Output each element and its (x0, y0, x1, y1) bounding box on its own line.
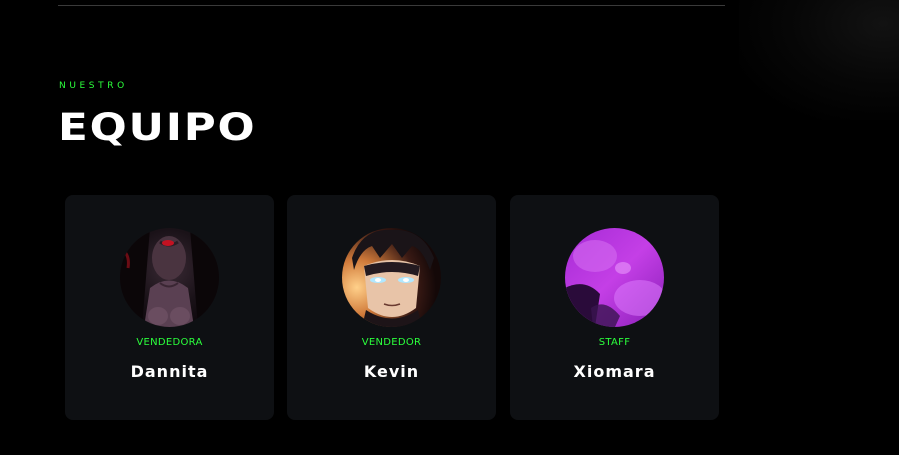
team-member-name: Dannita (130, 362, 209, 381)
team-member-role: VENDEDORA (136, 337, 203, 348)
team-section: NUESTRO EQUIPO VENDEDORA Dannita VENDEDO… (0, 0, 899, 455)
team-card-dannita[interactable]: VENDEDORA Dannita (65, 195, 274, 420)
section-title: EQUIPO (58, 106, 257, 149)
team-member-name: Xiomara (573, 362, 656, 381)
anime-glowing-eyes-avatar (342, 228, 441, 327)
dark-portrait-avatar (120, 228, 219, 327)
team-member-name: Kevin (363, 362, 420, 381)
team-member-role: VENDEDOR (361, 337, 422, 348)
team-card-xiomara[interactable]: STAFF Xiomara (510, 195, 719, 420)
purple-abstract-avatar (565, 228, 664, 327)
section-eyebrow: NUESTRO (59, 81, 128, 91)
background-glow (739, 0, 899, 120)
team-member-role: STAFF (598, 337, 631, 348)
team-card-kevin[interactable]: VENDEDOR Kevin (287, 195, 496, 420)
top-divider (58, 5, 725, 6)
team-cards: VENDEDORA Dannita VENDEDOR Kevin STAFF X… (65, 195, 719, 420)
